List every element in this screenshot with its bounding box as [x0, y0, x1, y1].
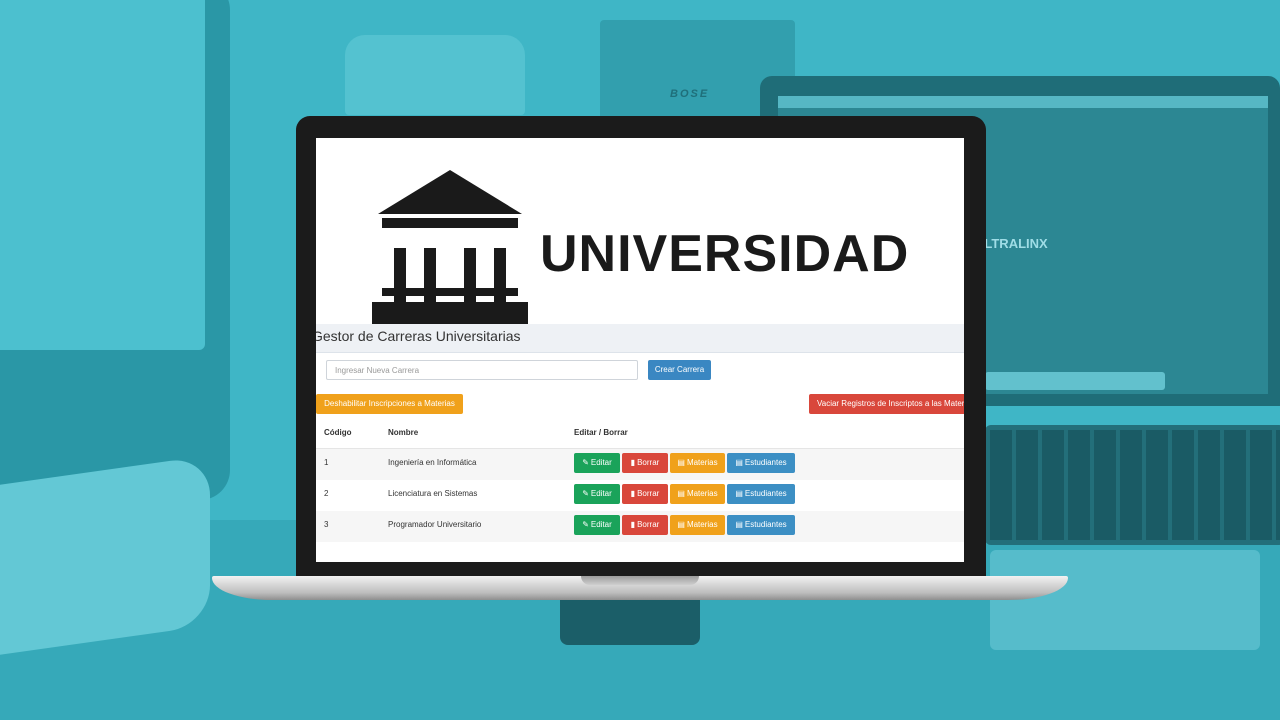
app-window: UNIVERSIDAD Gestor de Carreras Universit…: [316, 138, 964, 562]
delete-button[interactable]: ▮ Borrar: [622, 515, 668, 535]
university-building-icon: [372, 170, 528, 324]
edit-button[interactable]: ✎ Editar: [574, 484, 620, 504]
row-name: Licenciatura en Sistemas: [388, 489, 478, 498]
book-icon: ▤: [735, 489, 743, 498]
pencil-icon: ✎: [582, 458, 589, 467]
trash-icon: ▮: [630, 520, 636, 529]
row-code: 3: [324, 520, 329, 529]
new-career-input[interactable]: Ingresar Nueva Carrera: [326, 360, 638, 380]
subjects-button[interactable]: ▤ Materias: [670, 515, 725, 535]
book-icon: ▤: [677, 489, 685, 498]
background-keys: [990, 430, 1280, 540]
speaker-logo: BOSE: [670, 88, 710, 100]
book-icon: ▤: [677, 520, 685, 529]
table-row: 2 Licenciatura en Sistemas ✎ Editar ▮ Borr…: [316, 480, 964, 511]
background-dock: [985, 372, 1165, 390]
students-button[interactable]: ▤ Estudiantes: [727, 515, 795, 535]
row-code: 2: [324, 489, 329, 498]
trash-icon: ▮: [630, 489, 636, 498]
row-name: Programador Universitario: [388, 520, 482, 529]
background-monitor-stand: [0, 455, 210, 655]
trash-icon: ▮: [630, 458, 636, 467]
edit-button[interactable]: ✎ Editar: [574, 453, 620, 473]
pencil-icon: ✎: [582, 489, 589, 498]
book-icon: ▤: [735, 520, 743, 529]
background-jar: [345, 35, 525, 115]
create-career-button[interactable]: Crear Carrera: [648, 360, 711, 380]
laptop-notch: [581, 576, 699, 585]
background-laptop-menubar: [778, 96, 1268, 108]
row-name: Ingeniería en Informática: [388, 458, 477, 467]
page-title: Gestor de Carreras Universitarias: [316, 328, 521, 344]
delete-button[interactable]: ▮ Borrar: [622, 484, 668, 504]
brand-title: UNIVERSIDAD: [540, 225, 910, 283]
column-header-name: Nombre: [388, 428, 419, 437]
row-code: 1: [324, 458, 329, 467]
table-row: 3 Programador Universitario ✎ Editar ▮ Bor…: [316, 511, 964, 542]
disable-enrollments-button[interactable]: Deshabilitar Inscripciones a Materias: [316, 394, 463, 414]
book-icon: ▤: [735, 458, 743, 467]
book-icon: ▤: [677, 458, 685, 467]
column-header-actions: Editar / Borrar: [574, 428, 628, 437]
students-button[interactable]: ▤ Estudiantes: [727, 484, 795, 504]
subjects-button[interactable]: ▤ Materias: [670, 484, 725, 504]
background-monitor-screen: [0, 0, 205, 350]
edit-button[interactable]: ✎ Editar: [574, 515, 620, 535]
column-header-code: Código: [324, 428, 352, 437]
empty-enrollments-button[interactable]: Vaciar Registros de Inscriptos a las Mat…: [809, 394, 964, 414]
background-trackpad: [990, 550, 1260, 650]
table-row: 1 Ingeniería en Informática ✎ Editar ▮ Bor…: [316, 449, 964, 480]
subjects-button[interactable]: ▤ Materias: [670, 453, 725, 473]
panel-heading: Gestor de Carreras Universitarias: [316, 324, 964, 353]
students-button[interactable]: ▤ Estudiantes: [727, 453, 795, 473]
pencil-icon: ✎: [582, 520, 589, 529]
delete-button[interactable]: ▮ Borrar: [622, 453, 668, 473]
